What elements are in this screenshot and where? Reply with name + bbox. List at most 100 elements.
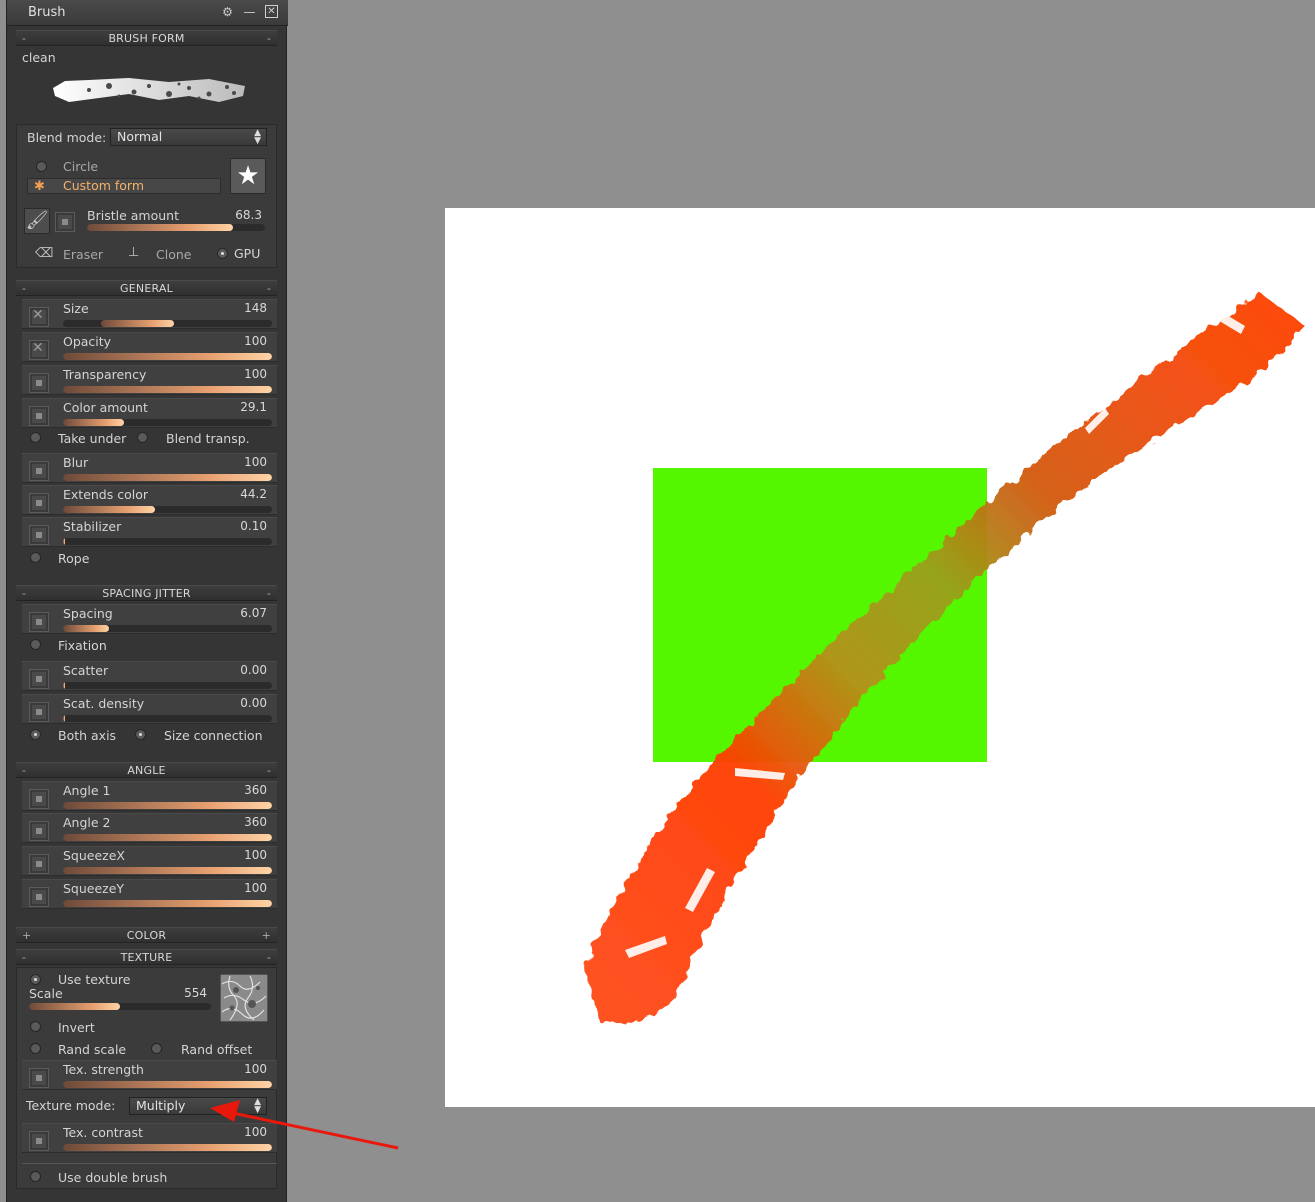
tex-strength-checkbox[interactable]	[29, 1068, 49, 1088]
scat-density-checkbox[interactable]	[29, 702, 49, 722]
scatter-slider[interactable]	[63, 682, 272, 689]
panel-title: Brush	[28, 5, 66, 20]
stabilizer-slider-row[interactable]: Stabilizer 0.10	[22, 517, 277, 547]
brush-icon[interactable]: 🖌	[24, 208, 50, 234]
gear-icon[interactable]: ⚙	[221, 5, 234, 19]
tex-strength-slider[interactable]	[63, 1081, 272, 1088]
angle-1-slider[interactable]	[63, 802, 272, 809]
rand-scale-radio[interactable]	[30, 1043, 41, 1054]
both-axis-radio[interactable]	[30, 729, 41, 740]
bristle-checkbox[interactable]	[55, 212, 75, 232]
blend-transp-radio[interactable]	[137, 432, 148, 443]
section-title: TEXTURE	[120, 951, 173, 964]
section-header-spacing-jitter[interactable]: - SPACING JITTER -	[16, 585, 277, 601]
scale-slider[interactable]	[29, 1003, 211, 1010]
extends-color-checkbox[interactable]	[29, 493, 49, 513]
eraser-icon[interactable]: ⌫	[35, 246, 53, 261]
size-slider[interactable]	[63, 320, 272, 327]
stabilizer-slider[interactable]	[63, 538, 272, 545]
scatter-slider-row[interactable]: Scatter 0.00	[22, 661, 277, 691]
section-header-color[interactable]: + COLOR +	[16, 927, 277, 943]
circle-radio[interactable]	[36, 161, 47, 172]
minimize-icon[interactable]: —	[243, 5, 256, 19]
panel-titlebar[interactable]: Brush ⚙ — ✕	[7, 0, 288, 26]
squeezey-checkbox[interactable]	[29, 887, 49, 907]
tex-strength-label: Tex. strength	[63, 1062, 144, 1077]
scatter-label: Scatter	[63, 663, 109, 678]
blur-slider-row[interactable]: Blur 100	[22, 453, 277, 483]
fixation-radio[interactable]	[30, 639, 41, 650]
angle-2-checkbox[interactable]	[29, 821, 49, 841]
stabilizer-checkbox[interactable]	[29, 525, 49, 545]
scat-density-slider[interactable]	[63, 715, 272, 722]
squeezex-slider-row[interactable]: SqueezeX 100	[22, 846, 277, 876]
angle-1-checkbox[interactable]	[29, 789, 49, 809]
angle-2-label: Angle 2	[63, 815, 111, 830]
angle-2-slider[interactable]	[63, 834, 272, 841]
color-amount-slider-row[interactable]: Color amount 29.1	[22, 398, 277, 428]
tex-contrast-slider[interactable]	[63, 1144, 272, 1151]
extends-color-label: Extends color	[63, 487, 149, 502]
scale-value: 554	[184, 986, 207, 1000]
size-slider-row[interactable]: Size 148	[22, 299, 277, 329]
spacing-slider[interactable]	[63, 625, 272, 632]
angle-1-slider-row[interactable]: Angle 1 360	[22, 781, 277, 811]
extends-color-slider-row[interactable]: Extends color 44.2	[22, 485, 277, 515]
both-axis-label: Both axis	[58, 728, 117, 743]
section-header-brush-form[interactable]: - BRUSH FORM -	[16, 30, 277, 46]
star-shape-button[interactable]: ★	[230, 158, 266, 194]
extends-color-slider[interactable]	[63, 506, 272, 513]
opacity-slider-row[interactable]: Opacity 100	[22, 332, 277, 362]
scatter-checkbox[interactable]	[29, 669, 49, 689]
opacity-label: Opacity	[63, 334, 112, 349]
opacity-checkbox[interactable]	[29, 340, 49, 360]
transparency-slider[interactable]	[63, 386, 272, 393]
squeezex-checkbox[interactable]	[29, 854, 49, 874]
squeezex-label: SqueezeX	[63, 848, 125, 863]
blur-checkbox[interactable]	[29, 461, 49, 481]
spacing-slider-row[interactable]: Spacing 6.07	[22, 604, 277, 634]
rope-radio[interactable]	[30, 552, 41, 563]
size-checkbox[interactable]	[29, 307, 49, 327]
color-amount-checkbox[interactable]	[29, 406, 49, 426]
drawing-canvas[interactable]	[445, 208, 1315, 1107]
size-connection-radio[interactable]	[135, 729, 146, 740]
circle-label: Circle	[63, 159, 99, 174]
gpu-radio[interactable]	[217, 248, 228, 259]
opacity-slider[interactable]	[63, 353, 272, 360]
brush-preview[interactable]	[49, 72, 249, 108]
tex-contrast-slider-row[interactable]: Tex. contrast 100	[22, 1123, 277, 1153]
transparency-checkbox[interactable]	[29, 373, 49, 393]
texture-thumbnail[interactable]	[220, 974, 268, 1022]
blend-mode-value: Normal	[117, 129, 163, 144]
tex-strength-slider-row[interactable]: Tex. strength 100	[22, 1060, 277, 1090]
blur-slider[interactable]	[63, 474, 272, 481]
squeezex-value: 100	[244, 848, 267, 862]
color-amount-slider[interactable]	[63, 419, 272, 426]
tex-contrast-checkbox[interactable]	[29, 1131, 49, 1151]
angle-2-slider-row[interactable]: Angle 2 360	[22, 813, 277, 843]
double-brush-radio[interactable]	[30, 1171, 41, 1182]
squeezey-slider[interactable]	[63, 900, 272, 907]
use-texture-radio[interactable]	[30, 974, 41, 985]
squeezex-slider[interactable]	[63, 867, 272, 874]
transparency-slider-row[interactable]: Transparency 100	[22, 365, 277, 395]
scat-density-slider-row[interactable]: Scat. density 0.00	[22, 694, 277, 724]
squeezey-slider-row[interactable]: SqueezeY 100	[22, 879, 277, 909]
close-icon[interactable]: ✕	[265, 5, 278, 18]
scat-density-value: 0.00	[240, 696, 267, 710]
invert-radio[interactable]	[30, 1021, 41, 1032]
clone-stamp-icon[interactable]: ⊥	[128, 245, 139, 260]
section-header-general[interactable]: - GENERAL -	[16, 280, 277, 296]
section-header-texture[interactable]: - TEXTURE -	[16, 949, 277, 965]
bristle-slider[interactable]	[87, 224, 265, 231]
take-under-radio[interactable]	[30, 432, 41, 443]
texture-mode-select[interactable]: Multiply ▲ ▼	[129, 1097, 267, 1115]
extends-color-value: 44.2	[240, 487, 267, 501]
brush-preset-name: clean	[22, 50, 56, 65]
blend-mode-select[interactable]: Normal ▲ ▼	[110, 128, 267, 146]
rand-offset-radio[interactable]	[151, 1043, 162, 1054]
section-header-angle[interactable]: - ANGLE -	[16, 762, 277, 778]
spacing-checkbox[interactable]	[29, 612, 49, 632]
use-texture-label: Use texture	[58, 972, 131, 987]
